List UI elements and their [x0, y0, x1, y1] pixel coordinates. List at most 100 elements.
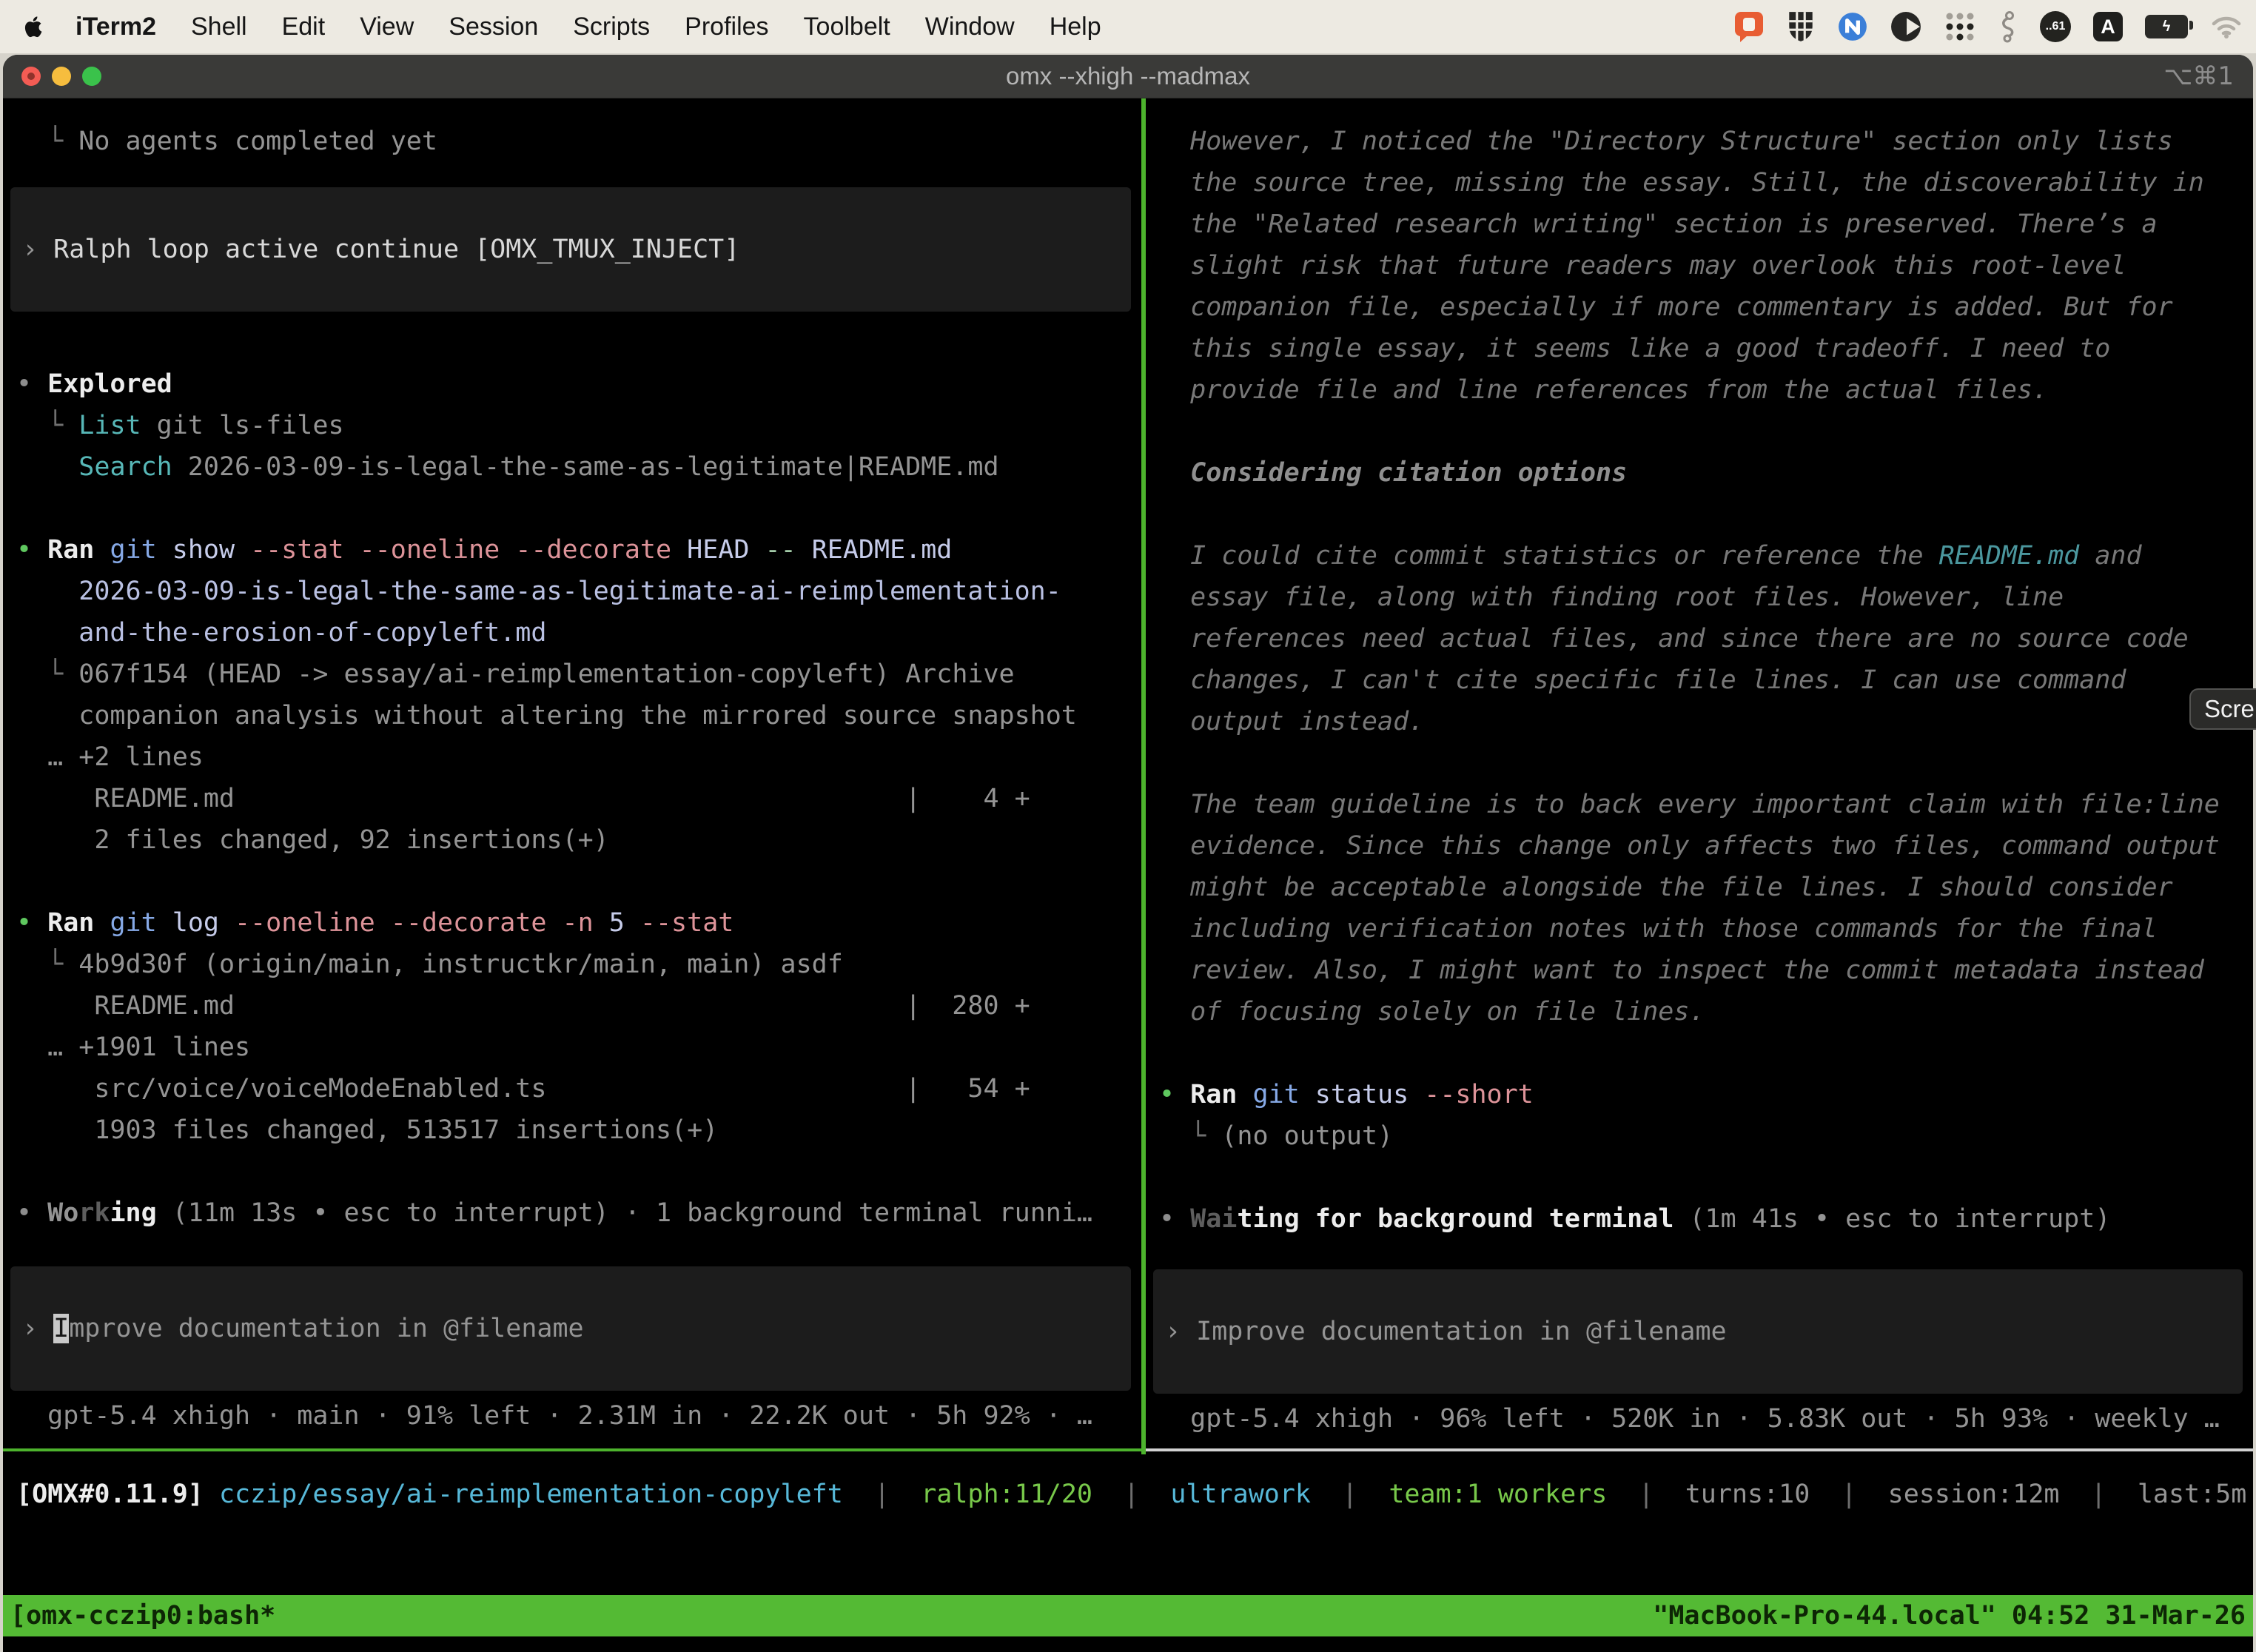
text-segment: •: [16, 369, 47, 399]
text-segment: The team guideline is to back every impo…: [1159, 790, 2220, 819]
minimize-button[interactable]: [52, 67, 71, 86]
text-segment: └: [16, 950, 78, 979]
text-segment: 5: [594, 908, 640, 938]
menu-item-view[interactable]: View: [360, 13, 414, 41]
menu-item-iterm2[interactable]: iTerm2: [75, 13, 156, 41]
terminal-line: › Improve documentation in @filename: [22, 1308, 584, 1349]
menu-item-window[interactable]: Window: [925, 13, 1015, 41]
menu-item-profiles[interactable]: Profiles: [685, 13, 768, 41]
apple-logo-icon[interactable]: [22, 13, 46, 41]
spacer: [1159, 411, 2253, 452]
terminal-line: └ 067f154 (HEAD -> essay/ai-reimplementa…: [16, 654, 1141, 695]
terminal-line: … +2 lines: [16, 736, 1141, 778]
terminal-line: • Ran git status --short: [1159, 1074, 2253, 1115]
terminal-line: • Ran git log --oneline --decorate -n 5 …: [16, 902, 1141, 944]
traffic-lights: [3, 67, 101, 86]
terminal-line: and-the-erosion-of-copyleft.md: [16, 612, 1141, 654]
text-segment: git: [1252, 1080, 1299, 1109]
text-segment: --oneline --decorate -n: [235, 908, 594, 938]
text-segment: ultrawork: [1170, 1480, 1311, 1509]
text-segment: HEAD: [671, 535, 765, 565]
text-segment: might be acceptable alongside the file l…: [1159, 873, 2173, 902]
menu-item-session[interactable]: Session: [449, 13, 538, 41]
terminal-line: evidence. Since this change only affects…: [1159, 825, 2253, 867]
text-segment: However, I noticed the "Directory Struct…: [1159, 127, 2173, 156]
letter-a-icon[interactable]: A: [2093, 12, 2123, 41]
battery-icon[interactable]: ϟ: [2145, 15, 2188, 38]
spacer: [16, 1151, 1141, 1192]
text-segment: git: [110, 908, 156, 938]
terminal-line: including verification notes with those …: [1159, 908, 2253, 950]
text-segment: 2026-03-09-is-legal-the-same-as-legitima…: [172, 452, 999, 482]
text-segment: 2026-03-09-is-legal-the-same-as-legitima…: [16, 577, 1061, 606]
terminal-line: src/voice/voiceModeEnabled.ts | 54 +: [16, 1068, 1141, 1109]
window-title-bar[interactable]: omx --xhigh --madmax ⌥⌘1: [3, 55, 2253, 98]
text-segment: --: [765, 535, 812, 565]
text-segment: and: [2079, 541, 2141, 571]
tmux-pane-right[interactable]: However, I noticed the "Directory Struct…: [1146, 98, 2253, 1451]
omx-status-line: [OMX#0.11.9] cczip/essay/ai-reimplementa…: [3, 1474, 2253, 1515]
text-segment: review. Also, I might want to inspect th…: [1159, 956, 2204, 985]
dark-wedge-icon[interactable]: [1890, 11, 1921, 42]
wifi-icon[interactable]: [2210, 14, 2243, 39]
menu-item-help[interactable]: Help: [1050, 13, 1101, 41]
text-segment: git ls-files: [141, 411, 344, 440]
close-button[interactable]: [21, 67, 41, 86]
text-segment: I: [53, 1314, 69, 1343]
terminal-line: • Explored: [16, 363, 1141, 405]
text-segment: 1903 files changed, 513517 insertions(+): [16, 1115, 718, 1145]
terminal-line: changes, I can't cite specific file line…: [1159, 659, 2253, 701]
menu-item-shell[interactable]: Shell: [191, 13, 247, 41]
text-segment: |: [1810, 1480, 1887, 1509]
terminal-line: the "Related research writing" section i…: [1159, 204, 2253, 245]
menu-item-toolbelt[interactable]: Toolbelt: [804, 13, 890, 41]
text-segment: •: [16, 535, 47, 565]
prompt-input[interactable]: › Ralph loop active continue [OMX_TMUX_I…: [10, 187, 1131, 312]
text-segment: |: [2059, 1480, 2137, 1509]
prompt-input[interactable]: › Improve documentation in @filename: [1153, 1269, 2243, 1394]
terminal-line: • Waiting for background terminal (1m 41…: [1159, 1198, 2253, 1240]
spacer: [16, 1234, 1141, 1266]
terminal-content: └ No agents completed yet › Ralph loop ac…: [3, 98, 2253, 1652]
text-segment: provide file and line references from th…: [1159, 375, 2048, 405]
tmux-pane-left[interactable]: └ No agents completed yet › Ralph loop ac…: [3, 98, 1141, 1451]
squiggle-icon[interactable]: [1998, 10, 2018, 43]
text-segment: [204, 1480, 219, 1509]
text-segment: show: [157, 535, 250, 565]
terminal-line: └ (no output): [1159, 1115, 2253, 1157]
text-segment: README.md: [812, 535, 953, 565]
terminal-line: README.md | 4 +: [16, 778, 1141, 819]
text-segment: •: [1159, 1204, 1190, 1234]
text-segment: |: [1311, 1480, 1389, 1509]
badge-61-icon[interactable]: ..61: [2040, 11, 2071, 42]
terminal-line: … +1901 lines: [16, 1027, 1141, 1068]
macos-menu-bar: iTerm2 Shell Edit View Session Scripts Profile…: [0, 0, 2256, 53]
spacer: [1159, 1032, 2253, 1074]
blue-lightning-icon[interactable]: [1837, 11, 1868, 42]
text-segment: [1237, 1080, 1252, 1109]
text-segment: status: [1300, 1080, 1425, 1109]
text-segment: No agents completed yet: [78, 127, 437, 156]
terminal-line: of focusing solely on file lines.: [1159, 991, 2253, 1032]
text-segment: Explored: [47, 369, 172, 399]
text-segment: (no output): [1221, 1121, 1393, 1151]
grid-shield-icon[interactable]: [1787, 10, 1815, 43]
zoom-button[interactable]: [82, 67, 101, 86]
spacer: [16, 488, 1141, 529]
text-segment: output instead.: [1159, 707, 1424, 736]
chat-bubble-icon[interactable]: [1733, 10, 1765, 43]
menu-item-scripts[interactable]: Scripts: [573, 13, 650, 41]
text-segment: the source tree, missing the essay. Stil…: [1159, 168, 2204, 198]
text-segment: ›: [1165, 1317, 1196, 1346]
text-segment: README.md | 4 +: [16, 784, 1030, 813]
text-segment: src/voice/voiceModeEnabled.ts | 54 +: [16, 1074, 1030, 1104]
menu-item-edit[interactable]: Edit: [282, 13, 326, 41]
prompt-input[interactable]: › Improve documentation in @filename: [10, 1266, 1131, 1391]
terminal-line: might be acceptable alongside the file l…: [1159, 867, 2253, 908]
dots-grid-icon[interactable]: [1944, 10, 1976, 43]
text-segment: List: [78, 411, 141, 440]
text-segment: gpt-5.4 xhigh · 96% left · 520K in · 5.8…: [1159, 1404, 2220, 1434]
text-segment: Wo: [47, 1198, 78, 1228]
spacer: [16, 162, 1141, 187]
screen-share-overlay[interactable]: Scre: [2189, 688, 2256, 730]
